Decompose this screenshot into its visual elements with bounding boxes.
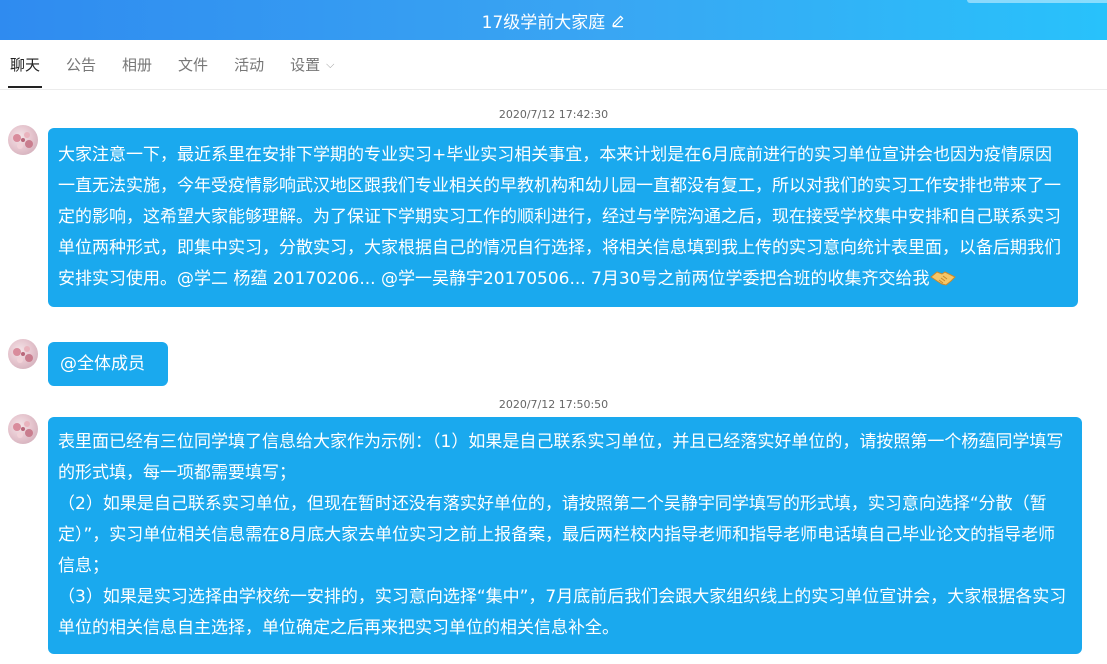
message-text: 大家注意一下，最近系里在安排下学期的专业实习+毕业实习相关事宜，本来计划是在6月…	[58, 145, 1061, 289]
avatar[interactable]	[8, 125, 38, 155]
avatar[interactable]	[8, 414, 38, 444]
tab-album[interactable]: 相册	[122, 40, 152, 90]
tab-activity[interactable]: 活动	[234, 40, 264, 90]
handshake-emoji-icon	[929, 268, 956, 288]
tab-label: 文件	[178, 56, 209, 74]
message-line: 表里面已经有三位同学填了信息给大家作为示例：（1）如果是自己联系实习单位，并且已…	[58, 432, 1064, 483]
message-line: （2）如果是自己联系实习单位，但现在暂时还没有落实好单位的，请按照第二个吴静宇同…	[58, 494, 1056, 576]
message-timestamp: 2020/7/12 17:42:30	[498, 108, 609, 121]
tab-label: 聊天	[10, 56, 41, 74]
chat-area[interactable]: 2020/7/12 17:42:30 大家注意一下，最近系里在安排下学期的专业实…	[0, 91, 1107, 664]
tab-settings[interactable]: 设置 ⌵	[290, 40, 334, 90]
tab-announcement[interactable]: 公告	[66, 40, 96, 90]
message-bubble[interactable]: 表里面已经有三位同学填了信息给大家作为示例：（1）如果是自己联系实习单位，并且已…	[48, 417, 1082, 654]
tab-bar: 聊天 公告 相册 文件 活动 设置 ⌵	[0, 40, 1107, 90]
message-text: @全体成员	[60, 354, 145, 374]
group-title-bar: 17级学前大家庭	[0, 0, 1107, 40]
message-line: （3）如果是实习选择由学校统一安排的，实习意向选择“集中”，7月底前后我们会跟大…	[58, 587, 1067, 638]
edit-icon[interactable]	[611, 13, 625, 28]
tab-label: 设置	[290, 56, 321, 74]
message-timestamp: 2020/7/12 17:50:50	[498, 398, 609, 411]
tab-files[interactable]: 文件	[178, 40, 208, 90]
window-corner-bar	[967, 0, 1107, 3]
avatar[interactable]	[8, 339, 38, 369]
tab-chat[interactable]: 聊天	[7, 40, 43, 90]
tab-label: 相册	[122, 56, 153, 74]
group-title: 17级学前大家庭	[481, 12, 606, 33]
tab-label: 活动	[234, 56, 265, 74]
message-bubble[interactable]: 大家注意一下，最近系里在安排下学期的专业实习+毕业实习相关事宜，本来计划是在6月…	[48, 128, 1078, 307]
message-bubble[interactable]: @全体成员	[48, 342, 168, 386]
chevron-down-icon: ⌵	[326, 57, 335, 71]
tab-label: 公告	[66, 56, 97, 74]
